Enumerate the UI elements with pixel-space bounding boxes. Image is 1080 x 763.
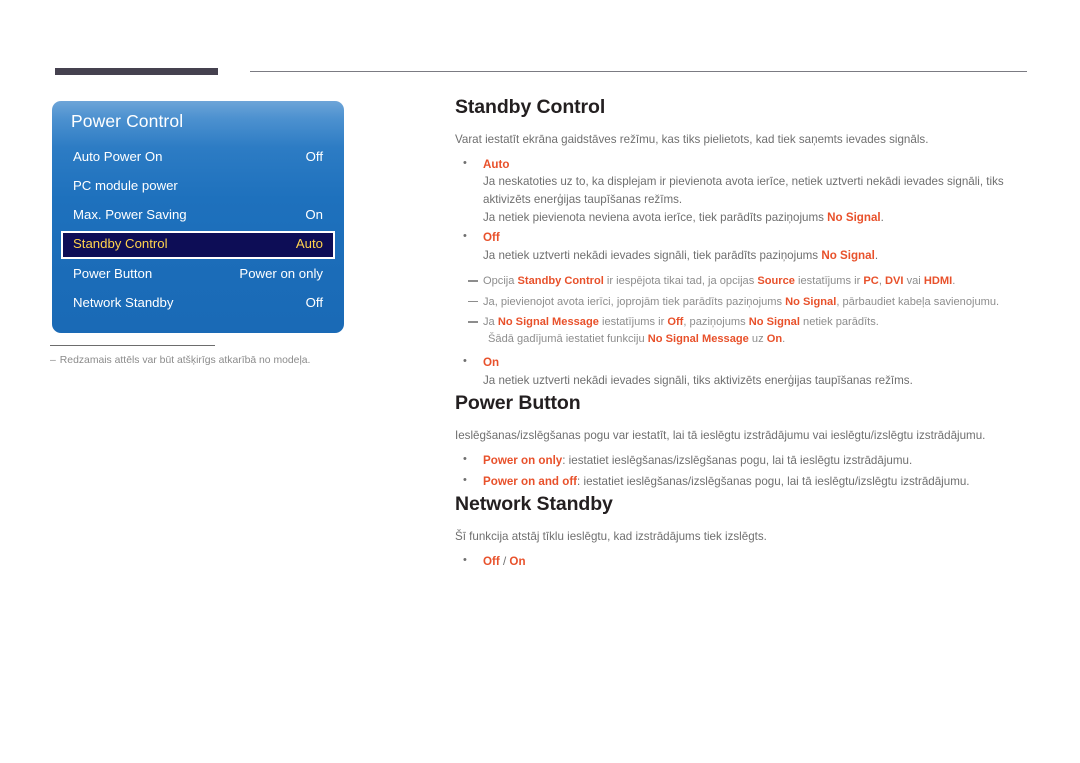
note-2-part-1: No Signal	[785, 295, 837, 308]
list-item-power-option-2: Power on and off: iestatiet ieslēgšanas/…	[455, 472, 1035, 491]
note-3-part-5: No Signal	[748, 316, 800, 329]
osd-item-label: PC module power	[73, 178, 178, 193]
option-desc-on-1: Ja netiek uztverti nekādi ievades signāl…	[483, 373, 913, 387]
note-3-cont-part-4: .	[782, 332, 786, 345]
note-3-part-3: Off	[667, 316, 684, 329]
osd-item-value: Auto	[295, 236, 323, 251]
off-line1-b: .	[874, 248, 879, 262]
note-item-1: Opcija Standby Control ir iespējota tika…	[455, 273, 1035, 289]
note-3-cont-part-2: uz	[748, 332, 767, 345]
note-1-part-7: DVI	[885, 275, 904, 288]
note-1-part-0: Opcija	[483, 275, 518, 288]
note-1-part-5: PC	[863, 275, 879, 288]
option-label-power-2: Power on and off	[483, 474, 578, 488]
header-rule-line	[250, 71, 1027, 72]
option-desc-power-2: : iestatiet ieslēgšanas/izslēgšanas pogu…	[577, 474, 970, 488]
note-3-part-4: , paziņojums	[683, 316, 749, 329]
note-3-part-0: Ja	[483, 316, 498, 329]
auto-line2-a: Ja netiek pievienota neviena avota ierīc…	[483, 210, 828, 224]
osd-menu-item-pc-module-power[interactable]: PC module power	[63, 174, 333, 200]
note-2-part-2: , pārbaudiet kabeļa savienojumu.	[836, 295, 1000, 308]
network-standby-options: Off / On	[455, 552, 1035, 571]
option-label-auto: Auto	[483, 157, 510, 171]
option-desc-power-1: : iestatiet ieslēgšanas/izslēgšanas pogu…	[562, 454, 913, 468]
note-1-part-8: vai	[903, 275, 924, 288]
note-1-part-9: HDMI	[923, 275, 953, 288]
caption-dash: –	[50, 355, 56, 366]
network-standby-intro: Šī funkcija atstāj tīklu ieslēgtu, kad i…	[455, 530, 767, 544]
note-1-part-2: ir iespējota tikai tad, ja opcijas	[603, 275, 758, 288]
osd-item-label: Network Standby	[73, 295, 174, 310]
note-3-part-6: netiek parādīts.	[799, 316, 879, 329]
osd-item-value: On	[305, 207, 323, 222]
option-desc-off-1: Ja netiek uztverti nekādi ievades signāl…	[483, 247, 1035, 265]
list-item-on: On Ja netiek uztverti nekādi ievades sig…	[455, 353, 1035, 389]
option-label-power-1: Power on only	[483, 454, 563, 468]
osd-menu-item-standby-control[interactable]: Standby Control Auto	[61, 231, 335, 259]
option-label-on: On	[483, 356, 500, 370]
list-item-off-on: Off / On	[455, 552, 1035, 571]
note-3-part-2: iestatījums ir	[598, 316, 668, 329]
osd-menu-item-power-button[interactable]: Power Button Power on only	[63, 262, 333, 288]
note-1-part-4: iestatījums ir	[794, 275, 864, 288]
standby-control-options: Auto Ja neskatoties uz to, ka displejam …	[455, 155, 1035, 265]
off-line1-a: Ja netiek uztverti nekādi ievades signāl…	[483, 248, 822, 262]
off-line1-highlight: No Signal	[821, 248, 875, 262]
list-item-power-option-1: Power on only: iestatiet ieslēgšanas/izs…	[455, 451, 1035, 470]
power-button-options: Power on only: iestatiet ieslēgšanas/izs…	[455, 451, 1035, 491]
standby-control-notes: Opcija Standby Control ir iespējota tika…	[455, 273, 1035, 347]
note-1-part-10: .	[952, 275, 956, 288]
note-2-part-0: Ja, pievienojot avota ierīci, joprojām t…	[483, 295, 786, 308]
osd-menu-item-auto-power-on[interactable]: Auto Power On Off	[63, 145, 333, 171]
list-item-auto: Auto Ja neskatoties uz to, ka displejam …	[455, 155, 1035, 227]
auto-line2-b: .	[880, 210, 884, 224]
osd-item-label: Max. Power Saving	[73, 207, 187, 222]
osd-panel: Power Control Auto Power On Off PC module …	[52, 101, 344, 333]
section-title-standby-control: Standby Control	[455, 96, 606, 118]
osd-item-value: Off	[305, 295, 323, 310]
note-1-part-3: Source	[757, 275, 795, 288]
power-button-intro: Ieslēgšanas/izslēgšanas pogu var iestatī…	[455, 429, 986, 443]
note-3-cont-part-0: Šādā gadījumā iestatiet funkciju	[488, 332, 648, 345]
option-label-off: Off	[483, 231, 500, 245]
note-1-part-1: Standby Control	[517, 275, 604, 288]
note-item-2: Ja, pievienojot avota ierīci, joprojām t…	[455, 294, 1035, 310]
header-rule-accent	[55, 68, 218, 75]
figure-caption: – Redzamais attēls var būt atšķirīgs atka…	[50, 355, 380, 366]
osd-illustration: Power Control Auto Power On Off PC module …	[52, 101, 344, 333]
document-body: Standby Control Varat iestatīt ekrāna ga…	[455, 96, 1035, 574]
caption-rule	[50, 345, 215, 346]
note-3-cont-part-1: No Signal Message	[647, 332, 749, 345]
osd-item-label: Standby Control	[73, 236, 168, 251]
note-3-cont-part-3: On	[766, 332, 783, 345]
standby-control-intro: Varat iestatīt ekrāna gaidstāves režīmu,…	[455, 133, 929, 146]
option-label-network-on: On	[509, 555, 526, 569]
standby-control-options-on: On Ja netiek uztverti nekādi ievades sig…	[455, 353, 1035, 389]
osd-title: Power Control	[71, 111, 184, 131]
option-desc-auto-1: Ja neskatoties uz to, ka displejam ir pi…	[483, 175, 1004, 207]
option-label-network-off: Off	[483, 555, 500, 569]
osd-menu-item-network-standby[interactable]: Network Standby Off	[63, 291, 333, 317]
osd-menu-item-max-power-saving[interactable]: Max. Power Saving On	[63, 203, 333, 229]
note-3-part-1: No Signal Message	[497, 316, 599, 329]
osd-item-value: Off	[305, 149, 323, 164]
option-separator: /	[499, 555, 510, 569]
list-item-off: Off Ja netiek uztverti nekādi ievades si…	[455, 228, 1035, 265]
note-item-3: Ja No Signal Message iestatījums ir Off,…	[455, 314, 1035, 347]
option-desc-auto-2: Ja netiek pievienota neviena avota ierīc…	[483, 209, 1035, 227]
osd-item-label: Auto Power On	[73, 149, 163, 164]
auto-line2-highlight: No Signal	[827, 210, 881, 224]
note-3-continuation: Šādā gadījumā iestatiet funkciju No Sign…	[483, 331, 1035, 347]
section-title-power-button: Power Button	[455, 392, 581, 415]
osd-item-label: Power Button	[73, 266, 153, 281]
caption-text: Redzamais attēls var būt atšķirīgs atkar…	[59, 355, 311, 366]
osd-item-value: Power on only	[239, 266, 323, 281]
section-title-network-standby: Network Standby	[455, 493, 613, 516]
